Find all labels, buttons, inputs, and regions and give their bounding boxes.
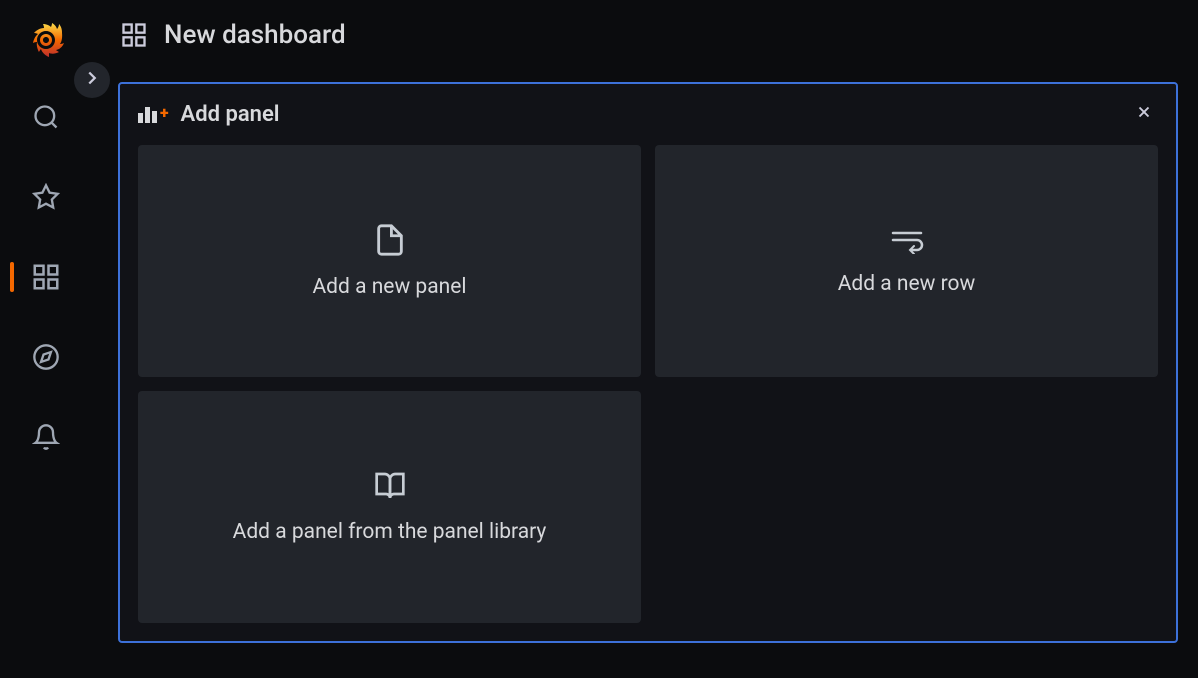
- dashboards-icon: [120, 21, 148, 49]
- star-icon: [32, 183, 60, 211]
- card-label: Add a new row: [838, 272, 976, 296]
- search-icon: [32, 103, 60, 131]
- cards-grid: Add a new panel Add a new row: [120, 145, 1176, 623]
- expand-sidebar-button[interactable]: [74, 62, 110, 98]
- grafana-logo-icon: [28, 18, 64, 58]
- page-header: New dashboard: [92, 0, 1198, 70]
- book-icon: [371, 470, 409, 502]
- close-button[interactable]: [1132, 103, 1156, 127]
- grafana-logo[interactable]: [26, 18, 66, 58]
- file-icon: [373, 223, 407, 257]
- close-icon: [1135, 103, 1153, 126]
- wrap-text-icon: [889, 226, 925, 254]
- bar-chart-plus-icon: +: [138, 107, 169, 123]
- content-area: + Add panel: [92, 70, 1198, 678]
- compass-icon: [32, 343, 60, 371]
- add-new-panel-card[interactable]: Add a new panel: [138, 145, 641, 377]
- add-new-row-card[interactable]: Add a new row: [655, 145, 1158, 377]
- main-content: New dashboard + Add panel: [92, 0, 1198, 678]
- card-label: Add a new panel: [312, 275, 466, 299]
- sidebar: [0, 0, 92, 678]
- panel-header: + Add panel: [120, 84, 1176, 145]
- bell-icon: [32, 423, 60, 451]
- sidebar-item-dashboards[interactable]: [0, 256, 92, 298]
- sidebar-item-starred[interactable]: [0, 176, 92, 218]
- sidebar-item-explore[interactable]: [0, 336, 92, 378]
- add-panel-from-library-card[interactable]: Add a panel from the panel library: [138, 391, 641, 623]
- panel-header-left: + Add panel: [138, 102, 280, 127]
- card-label: Add a panel from the panel library: [233, 520, 547, 544]
- panel-title: Add panel: [181, 102, 280, 127]
- dashboards-icon: [31, 262, 61, 292]
- sidebar-item-search[interactable]: [0, 96, 92, 138]
- add-panel-container: + Add panel: [118, 82, 1178, 643]
- sidebar-item-alerting[interactable]: [0, 416, 92, 458]
- chevron-right-icon: [81, 67, 103, 93]
- page-title: New dashboard: [164, 20, 346, 50]
